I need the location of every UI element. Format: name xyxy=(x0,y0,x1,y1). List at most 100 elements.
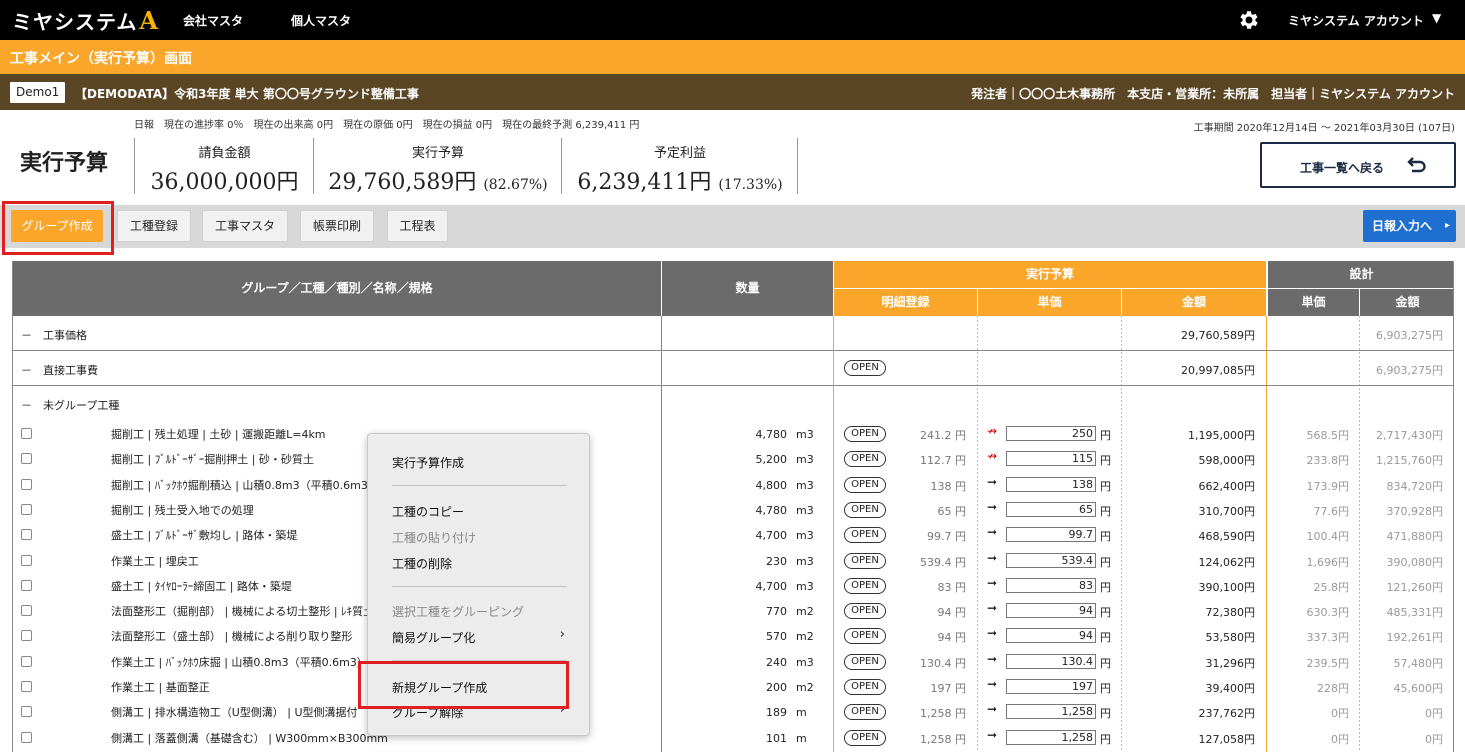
row-checkbox[interactable] xyxy=(21,555,32,566)
open-detail-button[interactable]: OPEN xyxy=(844,527,886,543)
table-row[interactable]: 盛土工 | ﾌﾞﾙﾄﾞｰｻﾞ敷均し | 路体・築堤 4,700 m3 OPEN 99.7… xyxy=(13,522,1453,547)
table-row[interactable]: 掘削工 | ﾊﾞｯｸﾎｳ掘削積込 | 山積0.8m3（平積0.6m3） 4,800… xyxy=(13,472,1453,497)
col-header-detail: 明細登録 xyxy=(834,289,977,316)
yen-label: 円 xyxy=(1100,606,1111,619)
row-checkbox[interactable] xyxy=(21,428,32,439)
back-to-project-list-button[interactable]: 工事一覧へ戻る xyxy=(1260,142,1456,188)
open-detail-button[interactable]: OPEN xyxy=(844,553,886,569)
yen-label: 円 xyxy=(1100,707,1111,720)
row-checkbox[interactable] xyxy=(21,453,32,464)
open-detail-button[interactable]: OPEN xyxy=(844,426,886,442)
open-detail-button[interactable]: OPEN xyxy=(844,628,886,644)
budget-table: グループ／工種／種別／名称／規格 数量 実行予算 明細登録 単価 金額 設計 単… xyxy=(12,261,1454,752)
open-detail-button[interactable]: OPEN xyxy=(844,502,886,518)
amount: 72,380円 xyxy=(1205,606,1256,619)
row-checkbox[interactable] xyxy=(21,504,32,515)
design-unit-price: 337.3円 xyxy=(1306,631,1350,644)
unit-price-input[interactable]: 99.7 xyxy=(1006,527,1096,542)
row-checkbox[interactable] xyxy=(21,580,32,591)
yen-label: 円 xyxy=(1100,733,1111,746)
collapse-toggle-icon[interactable]: － xyxy=(21,399,32,412)
table-row[interactable]: 法面整形工（掘削部） | 機械による切土整形 | ﾚｷ質土 770 m2 OPEN 94… xyxy=(13,598,1453,623)
open-detail-button[interactable]: OPEN xyxy=(844,451,886,467)
schedule-button[interactable]: 工程表 xyxy=(387,210,448,242)
row-checkbox[interactable] xyxy=(21,605,32,616)
row-checkbox[interactable] xyxy=(21,706,32,717)
unit-price-input[interactable]: 130.4 xyxy=(1006,654,1096,669)
unit-price-input[interactable]: 250 xyxy=(1006,426,1096,441)
amount: 662,400円 xyxy=(1198,480,1256,493)
quantity: 189 xyxy=(766,706,787,719)
menu-item-quick-group[interactable]: 簡易グループ化 xyxy=(392,629,475,646)
open-detail-button[interactable]: OPEN xyxy=(844,704,886,720)
row-checkbox[interactable] xyxy=(21,656,32,667)
open-detail-button[interactable]: OPEN xyxy=(844,730,886,746)
unit-price-input[interactable]: 197 xyxy=(1006,679,1096,694)
gear-icon[interactable] xyxy=(1236,8,1260,32)
row-checkbox[interactable] xyxy=(21,732,32,743)
unit-price-input[interactable]: 65 xyxy=(1006,502,1096,517)
kpi-divider xyxy=(797,138,798,194)
menu-separator xyxy=(392,586,567,587)
quantity-unit: m3 xyxy=(796,428,814,441)
row-checkbox[interactable] xyxy=(21,479,32,490)
design-amount: 1,215,760円 xyxy=(1376,454,1443,467)
yen-label: 円 xyxy=(1100,429,1111,442)
collapse-toggle-icon[interactable]: － xyxy=(21,329,32,342)
table-row[interactable]: 掘削工 | 残土受入地での処理 4,780 m3 OPEN 65 円 ➞ 65 円 310,70… xyxy=(13,497,1453,522)
table-row[interactable]: 作業土工 | 基面整正 200 m2 OPEN 197 円 ➞ 197 円 39,400円 228… xyxy=(13,674,1453,699)
open-detail-button[interactable]: OPEN xyxy=(844,578,886,594)
open-detail-button[interactable]: OPEN xyxy=(844,679,886,695)
row-checkbox[interactable] xyxy=(21,630,32,641)
screen-title-bar: 工事メイン（実行予算）画面 xyxy=(0,40,1465,74)
nav-personal-master[interactable]: 個人マスタ xyxy=(291,12,351,29)
unit-price-input[interactable]: 539.4 xyxy=(1006,553,1096,568)
unit-price-input[interactable]: 94 xyxy=(1006,603,1096,618)
quantity-unit: m xyxy=(796,732,807,745)
project-master-button[interactable]: 工事マスタ xyxy=(202,210,288,242)
chevron-down-icon[interactable]: ▼ xyxy=(1432,11,1441,25)
amount: 31,296円 xyxy=(1205,657,1256,670)
table-row[interactable]: 掘削工 | ﾌﾞﾙﾄﾞｰｻﾞｰ掘削押土 | 砂・砂質土 5,200 m3 OPEN 11… xyxy=(13,446,1453,471)
account-menu[interactable]: ミヤシステム アカウント xyxy=(1288,12,1424,29)
open-detail-button[interactable]: OPEN xyxy=(844,603,886,619)
amount: 39,400円 xyxy=(1205,682,1256,695)
kpi-planned-profit: 予定利益 6,239,411円 (17.33%) xyxy=(561,138,798,195)
open-detail-button[interactable]: OPEN xyxy=(844,360,886,376)
yen-label: 円 xyxy=(1100,556,1111,569)
table-row[interactable]: 作業土工 | ﾊﾞｯｸﾎｳ床掘 | 山積0.8m3（平積0.6m3） | 土 24… xyxy=(13,649,1453,674)
unit-price-input[interactable]: 138 xyxy=(1006,477,1096,492)
collapse-toggle-icon[interactable]: － xyxy=(21,364,32,377)
daily-report-button[interactable]: 日報入力へ ▸ xyxy=(1363,210,1456,242)
open-detail-button[interactable]: OPEN xyxy=(844,654,886,670)
quantity: 230 xyxy=(766,555,787,568)
open-detail-button[interactable]: OPEN xyxy=(844,477,886,493)
quantity-unit: m xyxy=(796,706,807,719)
table-row[interactable]: 作業土工 | 埋戻工 230 m3 OPEN 539.4 円 ➞ 539.4 円 124,062… xyxy=(13,548,1453,573)
design-amount: 0円 xyxy=(1425,733,1443,746)
print-forms-button[interactable]: 帳票印刷 xyxy=(300,210,374,242)
row-checkbox[interactable] xyxy=(21,529,32,540)
unit-price-input[interactable]: 1,258 xyxy=(1006,704,1096,719)
menu-item-delete-work-type[interactable]: 工種の削除 xyxy=(392,555,452,572)
table-row[interactable]: 盛土工 | ﾀｲﾔﾛｰﾗｰ締固工 | 路体・築堤 4,700 m3 OPEN 83 円 ➞… xyxy=(13,573,1453,598)
unit-price-input[interactable]: 1,258 xyxy=(1006,730,1096,745)
unit-price-input[interactable]: 115 xyxy=(1006,451,1096,466)
table-row[interactable]: 掘削工 | 残土処理 | 土砂 | 運搬距離L=4km 4,780 m3 OPEN 24… xyxy=(13,421,1453,446)
table-row[interactable]: 側溝工 | 落蓋側溝（基礎含む） | W300mm×B300mm 101 m OPEN… xyxy=(13,725,1453,750)
table-row[interactable]: 側溝工 | 排水構造物工（U型側溝） | U型側溝据付 189 m OPEN 1,258… xyxy=(13,699,1453,724)
group-row[interactable]: － 未グループ工種 xyxy=(13,386,1453,421)
register-work-type-button[interactable]: 工種登録 xyxy=(117,210,191,242)
unit-price-input[interactable]: 94 xyxy=(1006,628,1096,643)
table-row[interactable]: 法面整形工（盛土部） | 機械による削り取り整形 570 m2 OPEN 94 円 ➞ 94… xyxy=(13,623,1453,648)
app-logo[interactable]: ミヤシステムA xyxy=(12,6,159,35)
design-amount: 485,331円 xyxy=(1386,606,1444,619)
nav-company-master[interactable]: 会社マスタ xyxy=(183,12,243,29)
group-row[interactable]: － 直接工事費 OPEN 20,997,085円 6,903,275円 xyxy=(13,351,1453,386)
amount: 598,000円 xyxy=(1198,454,1256,467)
unit-price-input[interactable]: 83 xyxy=(1006,578,1096,593)
menu-item-copy-work-type[interactable]: 工種のコピー xyxy=(392,503,464,520)
row-checkbox[interactable] xyxy=(21,681,32,692)
group-row[interactable]: － 工事価格 29,760,589円 6,903,275円 xyxy=(13,316,1453,351)
menu-item-create-budget[interactable]: 実行予算作成 xyxy=(392,454,464,471)
